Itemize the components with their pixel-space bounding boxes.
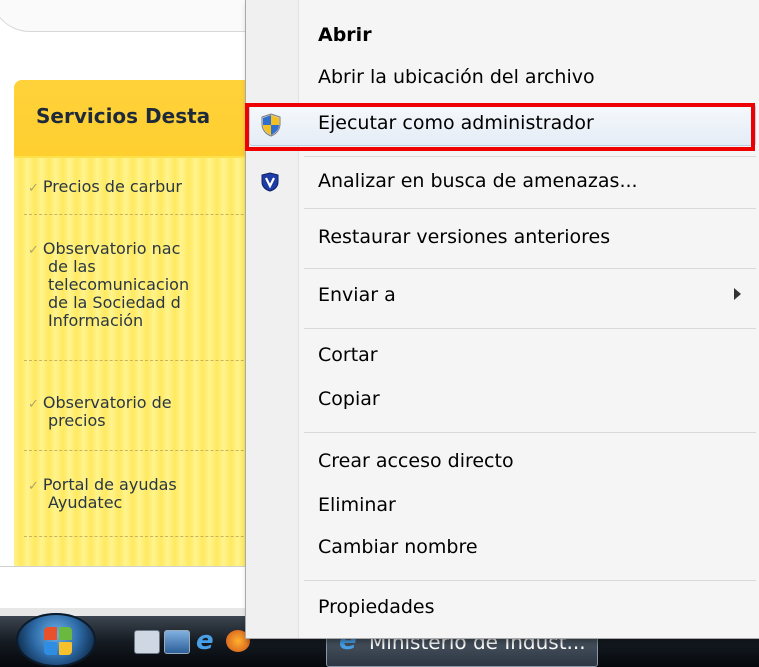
show-desktop-icon[interactable]: [134, 630, 160, 654]
submenu-arrow-icon: [734, 288, 741, 300]
service-link-label-line[interactable]: Información: [48, 312, 274, 329]
menu-item-delete[interactable]: Eliminar: [318, 494, 396, 516]
menu-item-copy[interactable]: Copiar: [318, 388, 380, 410]
service-link-label[interactable]: Portal de ayudas: [43, 475, 177, 494]
panel-title: Servicios Desta: [36, 104, 211, 128]
dashed-divider: [24, 214, 274, 215]
menu-item-send-to[interactable]: Enviar a: [318, 284, 396, 306]
service-link-label-line[interactable]: Ayudatec: [48, 494, 274, 511]
menu-item-properties[interactable]: Propiedades: [318, 596, 435, 618]
context-menu: Abrir Abrir la ubicación del archivo Eje…: [245, 0, 759, 639]
service-link-label-line[interactable]: precios: [48, 412, 274, 429]
menu-item-open[interactable]: Abrir: [318, 24, 372, 46]
check-icon: ✓: [28, 243, 39, 258]
services-list: [14, 158, 274, 580]
menu-item-open-file-location[interactable]: Abrir la ubicación del archivo: [318, 66, 595, 88]
service-link-label-line[interactable]: de las: [48, 258, 274, 275]
menu-separator: [304, 268, 756, 269]
service-link-label[interactable]: Observatorio de: [43, 393, 172, 412]
service-link-label-line[interactable]: de la Sociedad d: [48, 294, 274, 311]
service-link-label[interactable]: Observatorio nac: [43, 239, 180, 258]
check-icon: ✓: [28, 397, 39, 412]
highlight-annotation-box: [245, 103, 755, 151]
switch-windows-icon[interactable]: [164, 630, 190, 654]
check-icon: ✓: [28, 479, 39, 494]
page-footer-area: [0, 566, 245, 611]
service-link-label[interactable]: Precios de carbur: [43, 177, 182, 196]
panel-header: Servicios Desta: [14, 80, 274, 156]
dashed-divider: [24, 360, 274, 361]
menu-separator: [304, 328, 756, 329]
internet-explorer-icon[interactable]: e: [196, 626, 220, 656]
dashed-divider: [24, 450, 274, 451]
menu-item-create-shortcut[interactable]: Crear acceso directo: [318, 450, 514, 472]
dashed-divider: [24, 536, 274, 537]
menu-separator: [304, 580, 756, 581]
check-icon: ✓: [28, 181, 39, 196]
windows-logo-icon: [44, 627, 72, 655]
menu-separator: [304, 208, 756, 209]
service-link-fuel-prices[interactable]: ✓ Precios de carbur: [28, 178, 268, 197]
service-link-label-line[interactable]: telecomunicacion: [48, 276, 274, 293]
menu-item-scan-threats[interactable]: Analizar en busca de amenazas...: [318, 170, 638, 192]
antivirus-shield-icon: [261, 172, 279, 192]
menu-item-restore-previous-versions[interactable]: Restaurar versiones anteriores: [318, 226, 610, 248]
menu-icon-gutter: [246, 0, 299, 638]
menu-separator: [304, 156, 756, 157]
menu-item-rename[interactable]: Cambiar nombre: [318, 536, 478, 558]
menu-item-cut[interactable]: Cortar: [318, 344, 378, 366]
featured-services-panel: Servicios Desta ✓ Precios de carbur ✓ Obse…: [14, 80, 274, 580]
menu-separator: [304, 432, 756, 433]
